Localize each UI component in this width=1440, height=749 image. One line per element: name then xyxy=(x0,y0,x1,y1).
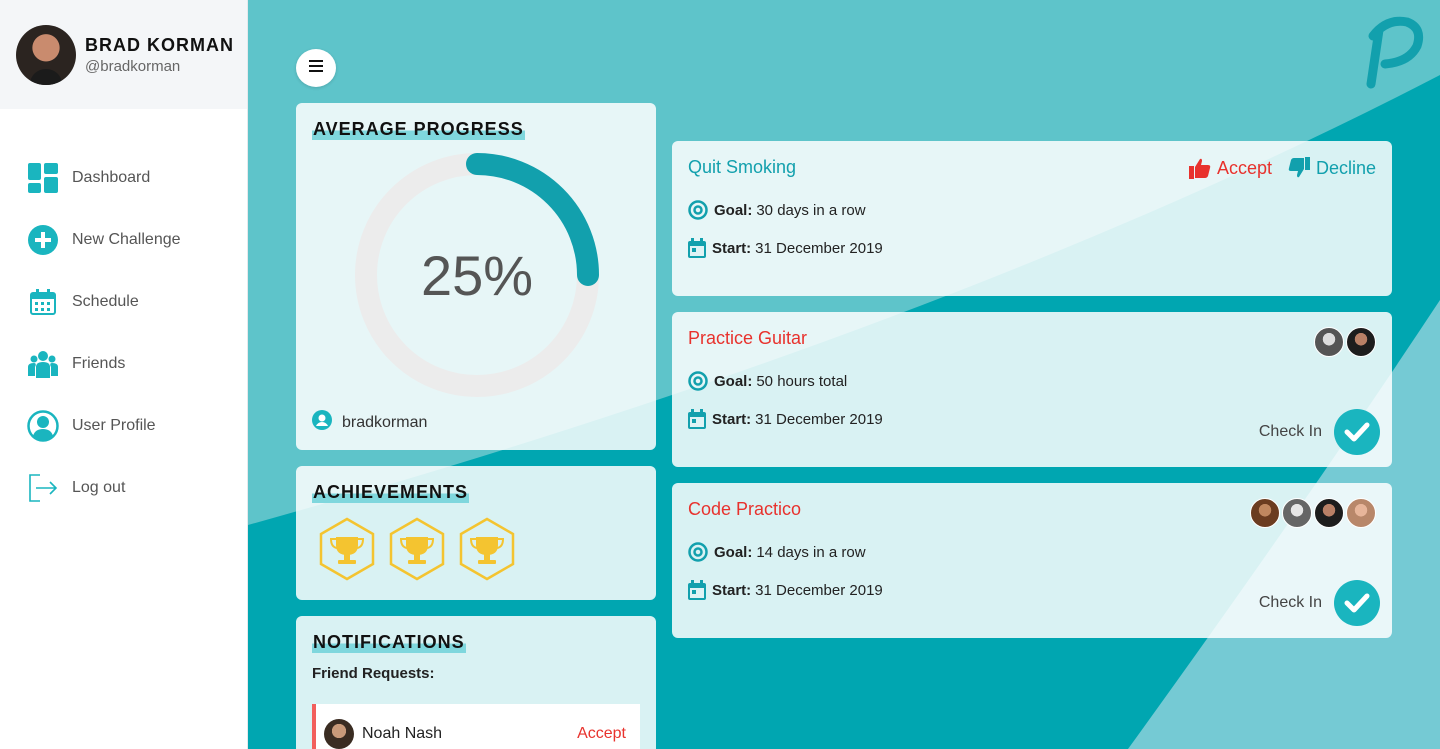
target-icon xyxy=(688,542,708,562)
avatar[interactable] xyxy=(1346,498,1376,528)
target-icon xyxy=(688,200,708,220)
participant-avatars xyxy=(1248,498,1376,528)
decline-button[interactable]: Decline xyxy=(1288,157,1376,179)
hamburger-icon xyxy=(309,59,323,77)
logout-icon xyxy=(27,472,59,504)
badge-list xyxy=(318,517,640,581)
friend-request-item: Noah Nash Accept xyxy=(312,704,640,749)
sidebar-item-schedule[interactable]: Schedule xyxy=(0,271,247,333)
sidebar: BRAD KORMAN @bradkorman Dashboard New Ch… xyxy=(0,0,248,749)
friend-requests-heading: Friend Requests: xyxy=(312,665,435,682)
card-title: ACHIEVEMENTS xyxy=(312,482,470,503)
avatar[interactable] xyxy=(1314,327,1344,357)
challenge-card: Practice Guitar Goal: 50 hours total Sta… xyxy=(672,312,1392,467)
goal-label: Goal: xyxy=(714,543,753,561)
notifications-card: NOTIFICATIONS Friend Requests: Noah Nash… xyxy=(296,616,656,749)
goal-row: Goal: 50 hours total xyxy=(688,371,1376,391)
avatar[interactable] xyxy=(1314,498,1344,528)
profile-header: BRAD KORMAN @bradkorman xyxy=(0,0,247,109)
sidebar-item-friends[interactable]: Friends xyxy=(0,333,247,395)
card-title: AVERAGE PROGRESS xyxy=(312,119,525,140)
checkmark-icon[interactable] xyxy=(1334,580,1380,626)
start-row: Start: 31 December 2019 xyxy=(688,238,1376,258)
challenge-card: Quit Smoking Accept Decline Goal: 30 day… xyxy=(672,141,1392,296)
sidebar-item-new-challenge[interactable]: New Challenge xyxy=(0,209,247,271)
accept-button[interactable]: Accept xyxy=(1188,157,1272,179)
menu-button[interactable] xyxy=(296,49,336,87)
trophy-icon[interactable] xyxy=(318,517,376,581)
avatar[interactable] xyxy=(1346,327,1376,357)
sidebar-item-label: Schedule xyxy=(72,293,139,310)
avatar[interactable] xyxy=(16,24,76,85)
check-in-label: Check In xyxy=(1258,423,1322,440)
sidebar-item-dashboard[interactable]: Dashboard xyxy=(0,147,247,209)
target-icon xyxy=(688,371,708,391)
checkmark-icon[interactable] xyxy=(1334,409,1380,455)
sidebar-item-label: Dashboard xyxy=(72,169,151,186)
goal-value: 30 days in a row xyxy=(756,201,866,219)
app-logo xyxy=(1363,14,1425,95)
check-in-button[interactable]: Check In xyxy=(1259,409,1380,455)
participant-avatars xyxy=(1312,327,1376,357)
check-in-label: Check In xyxy=(1258,594,1322,611)
card-title: NOTIFICATIONS xyxy=(312,632,466,653)
request-name: Noah Nash xyxy=(362,725,443,742)
profile-handle: @bradkorman xyxy=(85,57,181,75)
main-content: AVERAGE PROGRESS 25% bradkorman ACHIEVEM… xyxy=(248,0,1440,749)
sidebar-item-label: Friends xyxy=(72,355,126,372)
user-circle-icon xyxy=(312,410,332,435)
trophy-icon[interactable] xyxy=(388,517,446,581)
avatar[interactable] xyxy=(1250,498,1280,528)
goal-label: Goal: xyxy=(714,372,753,390)
average-progress-card: AVERAGE PROGRESS 25% bradkorman xyxy=(296,103,656,450)
calendar-icon xyxy=(27,286,59,318)
goal-label: Goal: xyxy=(714,201,753,219)
challenge-card: Code Practico Goal: 14 days in a row Sta… xyxy=(672,483,1392,638)
profile-name: BRAD KORMAN xyxy=(85,34,234,55)
start-value: 31 December 2019 xyxy=(755,239,883,257)
avatar[interactable] xyxy=(1282,498,1312,528)
calendar-icon xyxy=(688,409,706,429)
goal-row: Goal: 14 days in a row xyxy=(688,542,1376,562)
sidebar-item-label: User Profile xyxy=(72,417,156,434)
calendar-icon xyxy=(688,580,706,600)
challenge-title[interactable]: Practice Guitar xyxy=(688,328,1376,349)
goal-value: 50 hours total xyxy=(756,372,848,390)
user-icon xyxy=(27,410,59,442)
thumbs-down-icon xyxy=(1288,157,1310,178)
accept-label: Accept xyxy=(1216,157,1272,178)
sidebar-item-logout[interactable]: Log out xyxy=(0,457,247,519)
calendar-icon xyxy=(688,238,706,258)
decline-label: Decline xyxy=(1315,157,1376,178)
friends-icon xyxy=(27,348,59,380)
plus-circle-icon xyxy=(27,224,59,256)
goal-row: Goal: 30 days in a row xyxy=(688,200,1376,220)
sidebar-nav: Dashboard New Challenge Schedule Friends… xyxy=(0,147,247,519)
dashboard-icon xyxy=(27,162,59,194)
start-value: 31 December 2019 xyxy=(755,410,883,428)
progress-value: 25% xyxy=(420,243,534,307)
check-in-button[interactable]: Check In xyxy=(1259,580,1380,626)
start-label: Start: xyxy=(712,410,752,428)
trophy-icon[interactable] xyxy=(458,517,516,581)
avatar xyxy=(324,719,354,749)
accept-request-button[interactable]: Accept xyxy=(577,725,626,743)
goal-value: 14 days in a row xyxy=(756,543,866,561)
start-value: 31 December 2019 xyxy=(755,581,883,599)
progress-username: bradkorman xyxy=(342,413,428,431)
thumbs-up-icon xyxy=(1188,158,1211,179)
invite-actions: Accept Decline xyxy=(1188,157,1376,179)
start-label: Start: xyxy=(712,239,752,257)
start-label: Start: xyxy=(712,581,752,599)
sidebar-item-user-profile[interactable]: User Profile xyxy=(0,395,247,457)
progress-user: bradkorman xyxy=(312,410,427,435)
sidebar-item-label: New Challenge xyxy=(72,231,181,248)
achievements-card: ACHIEVEMENTS xyxy=(296,466,656,600)
sidebar-item-label: Log out xyxy=(72,479,126,496)
